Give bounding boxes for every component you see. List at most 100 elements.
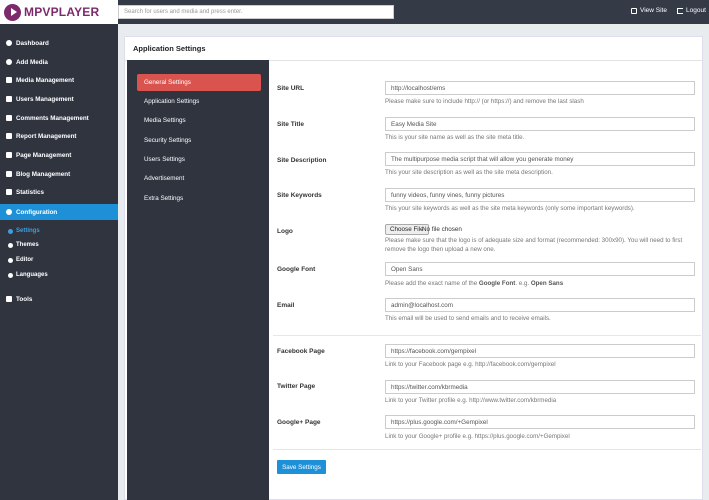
sidebar-item-label: Configuration <box>16 208 58 216</box>
logout-link[interactable]: Logout <box>677 7 706 14</box>
wrench-icon <box>8 228 13 234</box>
google-font-input[interactable]: Open Sans <box>385 262 695 276</box>
site-description-help: This your site description as well as th… <box>385 169 553 176</box>
section-divider <box>273 449 701 450</box>
chart-icon <box>6 189 12 195</box>
sidebar-subitem-settings[interactable]: Settings <box>8 228 40 234</box>
facebook-input[interactable]: https://facebook.com/gempixel <box>385 344 695 358</box>
view-site-label: View Site <box>640 7 667 14</box>
sidebar-item-label: Users Management <box>16 95 74 103</box>
dashboard-icon <box>6 40 12 46</box>
sidebar-item-statistics[interactable]: Statistics <box>0 184 118 200</box>
sidebar-subitem-label: Editor <box>16 257 34 263</box>
site-description-label: Site Description <box>277 157 327 164</box>
sidebar-item-page-management[interactable]: Page Management <box>0 147 118 163</box>
sidebar-item-add-media[interactable]: Add Media <box>0 54 118 70</box>
site-url-help: Please make sure to include http:// (or … <box>385 98 584 105</box>
top-bar: MPVPLAYER Search for users and media and… <box>0 0 709 24</box>
wrench-icon <box>6 296 12 302</box>
google-font-label: Google Font <box>277 266 316 273</box>
sidebar-subitem-themes[interactable]: Themes <box>8 242 39 248</box>
sidebar-subitem-label: Languages <box>16 272 48 278</box>
blog-icon <box>6 171 12 177</box>
sidebar-item-label: Comments Management <box>16 114 89 122</box>
sidebar-item-label: Statistics <box>16 188 44 196</box>
site-keywords-label: Site Keywords <box>277 192 322 199</box>
email-help: This email will be used to send emails a… <box>385 315 551 322</box>
twitter-label: Twitter Page <box>277 383 316 390</box>
sidebar-item-label: Add Media <box>16 58 48 66</box>
facebook-label: Facebook Page <box>277 348 325 355</box>
settings-tab-extra[interactable]: Extra Settings <box>137 190 261 207</box>
users-icon <box>6 96 12 102</box>
logo[interactable]: MPVPLAYER <box>0 0 118 24</box>
page-icon <box>6 152 12 158</box>
site-keywords-help: This your site keywords as well as the s… <box>385 205 635 212</box>
site-keywords-input[interactable]: funny videos, funny vines, funny picture… <box>385 188 695 202</box>
google-plus-label: Google+ Page <box>277 419 321 426</box>
settings-tab-advertisement[interactable]: Advertisement <box>137 170 261 187</box>
site-title-input[interactable]: Easy Media Site <box>385 117 695 131</box>
sidebar-item-label: Blog Management <box>16 170 71 178</box>
settings-tab-security[interactable]: Security Settings <box>137 132 261 149</box>
sidebar-subitem-languages[interactable]: Languages <box>8 272 48 278</box>
external-link-icon <box>631 7 637 14</box>
sidebar-item-tools[interactable]: Tools <box>0 291 118 307</box>
site-title-help: This is your site name as well as the si… <box>385 134 525 141</box>
sidebar-item-label: Tools <box>16 295 33 303</box>
twitter-help: Link to your Twitter profile e.g. http:/… <box>385 397 557 404</box>
logo-label: Logo <box>277 228 293 235</box>
search-input[interactable]: Search for users and media and press ent… <box>118 5 394 19</box>
save-settings-button[interactable]: Save Settings <box>277 460 326 474</box>
view-site-link[interactable]: View Site <box>631 7 667 14</box>
sidebar: Dashboard Add Media Media Management Use… <box>0 24 118 500</box>
sidebar-item-label: Report Management <box>16 132 77 140</box>
gear-icon <box>6 209 12 215</box>
language-icon <box>8 272 13 278</box>
google-plus-help: Link to your Google+ profile e.g. https:… <box>385 433 570 440</box>
settings-tab-application[interactable]: Application Settings <box>137 93 261 110</box>
sidebar-item-label: Dashboard <box>16 39 49 47</box>
flag-icon <box>6 133 12 139</box>
settings-tab-media[interactable]: Media Settings <box>137 112 261 129</box>
email-label: Email <box>277 302 295 309</box>
sidebar-item-users-management[interactable]: Users Management <box>0 91 118 107</box>
logo-help: Please make sure that the logo is of ade… <box>385 237 683 253</box>
brand-name: MPVPLAYER <box>24 5 100 19</box>
sidebar-item-configuration[interactable]: Configuration <box>0 204 118 220</box>
site-url-label: Site URL <box>277 85 305 92</box>
sidebar-item-blog-management[interactable]: Blog Management <box>0 166 118 182</box>
settings-nav: General Settings Application Settings Me… <box>127 60 269 500</box>
sidebar-item-comments-management[interactable]: Comments Management <box>0 110 118 126</box>
application-settings-card: Application Settings General Settings Ap… <box>124 36 704 500</box>
twitter-input[interactable]: https://twitter.com/kbrmedia <box>385 380 695 394</box>
site-title-label: Site Title <box>277 121 304 128</box>
sidebar-item-report-management[interactable]: Report Management <box>0 128 118 144</box>
file-status: No file chosen <box>422 226 462 233</box>
media-icon <box>6 77 12 83</box>
sidebar-item-label: Page Management <box>16 151 72 159</box>
pencil-icon <box>8 257 13 263</box>
google-font-help: Please add the exact name of the Google … <box>385 280 564 287</box>
sidebar-item-dashboard[interactable]: Dashboard <box>0 35 118 51</box>
logout-icon <box>677 7 683 14</box>
play-logo-icon <box>4 3 21 21</box>
sidebar-subitem-editor[interactable]: Editor <box>8 257 33 263</box>
sidebar-item-label: Media Management <box>16 76 75 84</box>
logout-label: Logout <box>686 7 706 14</box>
sidebar-subitem-label: Themes <box>16 242 39 248</box>
section-divider <box>273 335 701 336</box>
site-url-input[interactable]: http://localhost/ems <box>385 81 695 95</box>
settings-tab-users[interactable]: Users Settings <box>137 151 261 168</box>
site-description-input[interactable]: The multipurpose media script that will … <box>385 152 695 166</box>
add-icon <box>6 59 12 65</box>
facebook-help: Link to your Facebook page e.g. http://f… <box>385 361 556 368</box>
email-field[interactable]: admin@localhost.com <box>385 298 695 312</box>
sidebar-item-media-management[interactable]: Media Management <box>0 72 118 88</box>
settings-tab-general[interactable]: General Settings <box>137 74 261 91</box>
eye-icon <box>8 242 13 248</box>
page-title: Application Settings <box>133 44 206 53</box>
google-plus-input[interactable]: https://plus.google.com/+Gempixel <box>385 415 695 429</box>
comments-icon <box>6 115 12 121</box>
sidebar-subitem-label: Settings <box>16 228 40 234</box>
